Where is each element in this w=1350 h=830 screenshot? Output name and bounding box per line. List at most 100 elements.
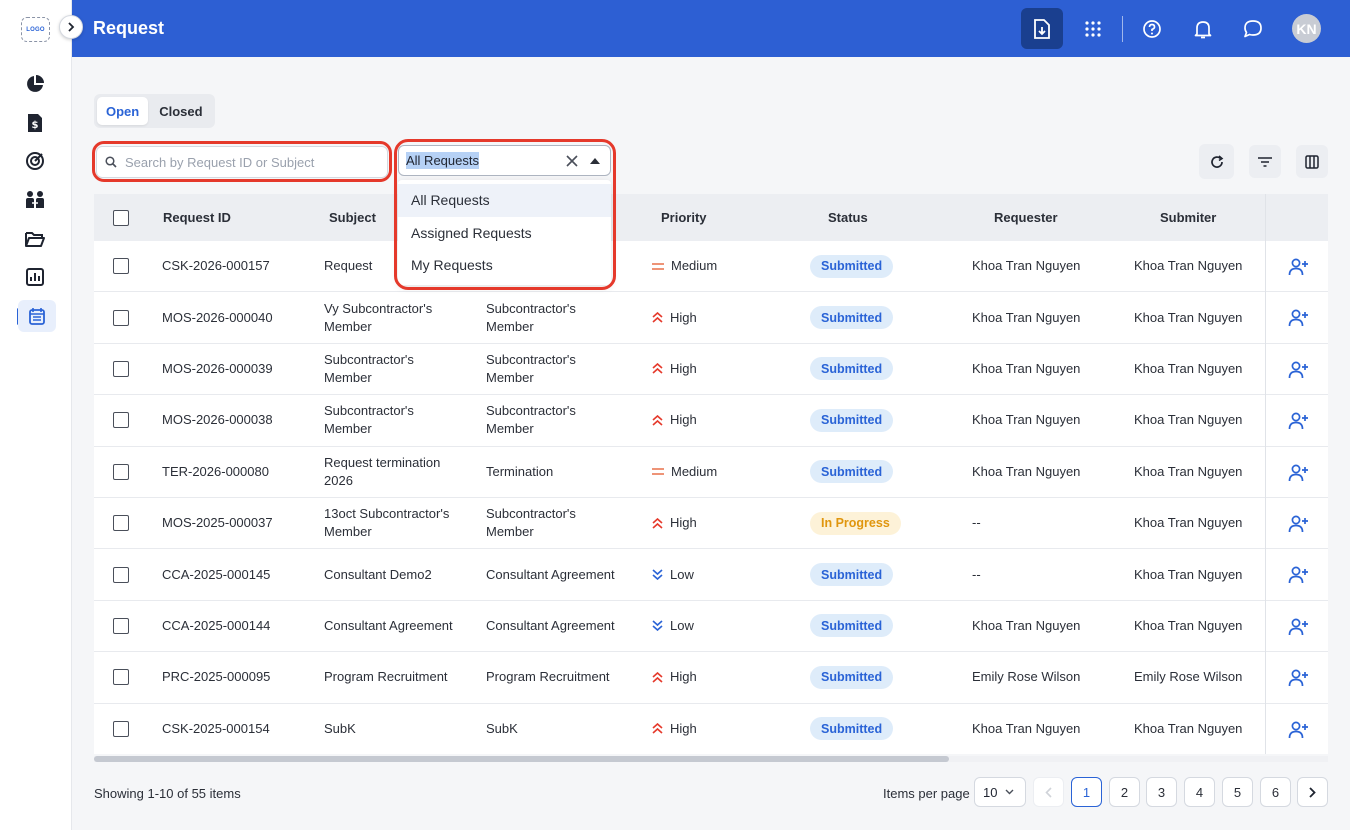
- row-checkbox[interactable]: [113, 669, 129, 686]
- pie-chart-icon[interactable]: [22, 71, 48, 97]
- table-header: Request ID Subject Priority Status Reque…: [94, 194, 1328, 241]
- priority-label: Low: [670, 566, 694, 582]
- dropdown-toggle[interactable]: [587, 152, 603, 170]
- prev-page-button[interactable]: [1033, 777, 1064, 807]
- horizontal-scrollbar[interactable]: [94, 756, 949, 762]
- next-page-button[interactable]: [1297, 777, 1328, 807]
- user-avatar[interactable]: KN: [1292, 14, 1321, 43]
- requester: --: [972, 515, 981, 531]
- col-status[interactable]: Status: [828, 194, 868, 241]
- requester: Khoa Tran Nguyen: [972, 309, 1081, 325]
- table-row[interactable]: CSK-2025-000154 SubK SubK High Submitted Khoa…: [94, 703, 1328, 754]
- col-request-id[interactable]: Request ID: [163, 194, 231, 241]
- submitter: Khoa Tran Nguyen: [1134, 309, 1243, 325]
- request-id[interactable]: CSK-2025-000154: [162, 704, 270, 754]
- apps-grid-button[interactable]: [1072, 8, 1114, 49]
- col-submitter[interactable]: Submiter: [1160, 194, 1216, 241]
- search-input[interactable]: [125, 154, 375, 170]
- table-row[interactable]: CCA-2025-000144 Consultant Agreement Consu…: [94, 600, 1328, 653]
- table-row[interactable]: MOS-2025-000037 13oct Subcontractor's Mem…: [94, 498, 1328, 550]
- requester: Khoa Tran Nguyen: [972, 720, 1081, 736]
- request-id[interactable]: PRC-2025-000095: [162, 652, 270, 702]
- table-row[interactable]: MOS-2026-000039 Subcontractor's Member Sub…: [94, 343, 1328, 396]
- row-checkbox[interactable]: [113, 309, 129, 326]
- invoice-icon[interactable]: $: [22, 110, 48, 136]
- download-button[interactable]: [1021, 8, 1063, 49]
- bell-icon: [1194, 20, 1212, 38]
- row-checkbox[interactable]: [113, 515, 129, 532]
- tab-closed[interactable]: Closed: [150, 97, 211, 125]
- page-button-1[interactable]: 1: [1071, 777, 1102, 807]
- tab-open[interactable]: Open: [97, 97, 149, 125]
- row-checkbox[interactable]: [113, 566, 129, 583]
- refresh-button[interactable]: [1199, 144, 1234, 179]
- priority-cell: High: [652, 652, 697, 702]
- col-subject[interactable]: Subject: [329, 194, 376, 241]
- submitter: Khoa Tran Nguyen: [1134, 360, 1243, 376]
- clear-filter-button[interactable]: [563, 152, 581, 170]
- search-box: [96, 146, 388, 178]
- page-button-2[interactable]: 2: [1109, 777, 1140, 807]
- request-id[interactable]: CSK-2026-000157: [162, 241, 270, 291]
- target-icon[interactable]: [22, 148, 48, 174]
- menu-item-all-requests[interactable]: All Requests: [398, 184, 611, 217]
- request-id[interactable]: CCA-2025-000144: [162, 601, 270, 651]
- request-id[interactable]: MOS-2026-000038: [162, 395, 273, 445]
- folder-icon[interactable]: [22, 226, 48, 252]
- table-row[interactable]: PRC-2025-000095 Program Recruitment Progra…: [94, 652, 1328, 704]
- calendar-request-icon[interactable]: [18, 300, 56, 332]
- filter-button[interactable]: [1249, 145, 1281, 178]
- chat-button[interactable]: [1232, 8, 1274, 49]
- select-all-checkbox[interactable]: [113, 209, 129, 226]
- status-cell: Submitted: [810, 447, 894, 497]
- request-filter-select[interactable]: All Requests: [398, 145, 611, 176]
- menu-item-my-requests[interactable]: My Requests: [398, 249, 611, 282]
- items-per-page-select[interactable]: 10: [974, 777, 1026, 807]
- col-priority[interactable]: Priority: [661, 194, 707, 241]
- row-checkbox[interactable]: [113, 617, 129, 634]
- row-checkbox[interactable]: [113, 258, 129, 275]
- page-button-5[interactable]: 5: [1222, 777, 1253, 807]
- request-id[interactable]: MOS-2025-000037: [162, 498, 273, 548]
- chevron-left-icon: [1045, 786, 1052, 798]
- priority-medium-icon: [652, 467, 664, 476]
- request-id[interactable]: MOS-2026-000040: [162, 292, 273, 342]
- table-row[interactable]: CCA-2025-000145 Consultant Demo2 Consultan…: [94, 549, 1328, 601]
- sidebar-collapse-button[interactable]: [59, 15, 83, 39]
- col-requester[interactable]: Requester: [994, 194, 1058, 241]
- request-id[interactable]: CCA-2025-000145: [162, 549, 270, 599]
- request-id[interactable]: TER-2026-000080: [162, 447, 269, 497]
- chevron-right-icon: [68, 22, 75, 32]
- bar-report-icon[interactable]: [22, 264, 48, 290]
- row-checkbox[interactable]: [113, 412, 129, 429]
- top-header: Request KN: [72, 0, 1350, 57]
- logo: LOGO: [21, 17, 50, 42]
- help-button[interactable]: [1131, 8, 1173, 49]
- people-icon[interactable]: [22, 187, 48, 213]
- table-row[interactable]: MOS-2026-000038 Subcontractor's Member Sub…: [94, 395, 1328, 447]
- menu-item-assigned-requests[interactable]: Assigned Requests: [398, 217, 611, 250]
- items-per-page-value: 10: [983, 784, 998, 800]
- table-row[interactable]: MOS-2026-000040 Vy Subcontractor's Member…: [94, 292, 1328, 344]
- row-checkbox-cell: [113, 498, 129, 548]
- columns-button[interactable]: [1296, 145, 1328, 178]
- row-checkbox[interactable]: [113, 720, 129, 737]
- request-type: SubK: [486, 720, 518, 736]
- page-button-4[interactable]: 4: [1184, 777, 1215, 807]
- page-button-3[interactable]: 3: [1146, 777, 1177, 807]
- priority-label: Medium: [671, 463, 718, 479]
- row-checkbox[interactable]: [113, 360, 129, 377]
- table-row[interactable]: CSK-2026-000157 Request Medium Submitted Kho…: [94, 241, 1328, 293]
- chat-icon: [1244, 19, 1262, 37]
- close-icon: [566, 155, 578, 167]
- refresh-icon: [1210, 154, 1223, 168]
- request-id[interactable]: MOS-2026-000039: [162, 344, 273, 394]
- notifications-button[interactable]: [1182, 8, 1224, 49]
- row-checkbox[interactable]: [113, 463, 129, 480]
- page-button-6[interactable]: 6: [1260, 777, 1291, 807]
- priority-high-icon: [652, 723, 663, 734]
- table-row[interactable]: TER-2026-000080 Request termination 2026 T…: [94, 446, 1328, 498]
- subject: Request termination 2026: [324, 454, 441, 488]
- submitter: Emily Rose Wilson: [1134, 669, 1243, 685]
- priority-cell: Low: [652, 601, 694, 651]
